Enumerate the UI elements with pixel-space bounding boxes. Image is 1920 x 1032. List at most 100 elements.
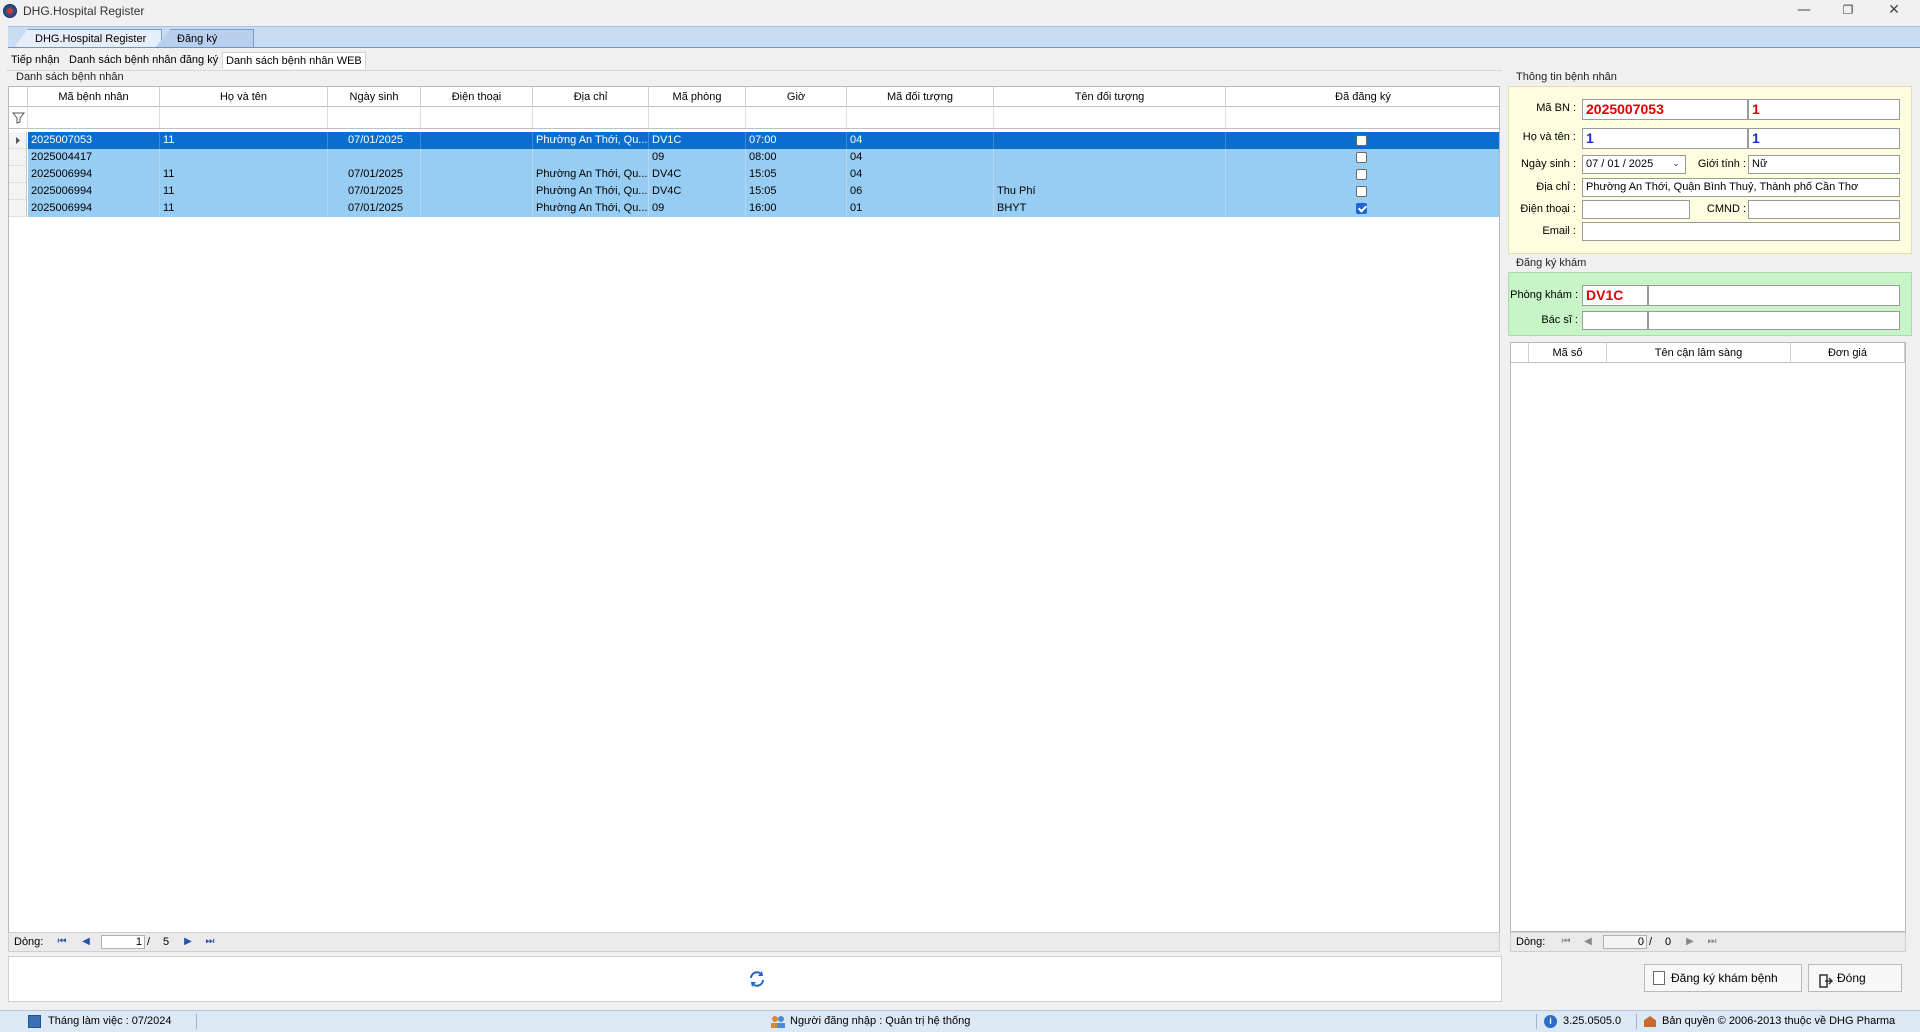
cell-ten-doi-tuong[interactable] <box>994 166 1226 183</box>
next-page-icon[interactable]: ▶ <box>1683 935 1697 949</box>
cell-da-dang-ky[interactable] <box>1226 132 1499 149</box>
cell-ho-ten[interactable]: 11 <box>160 132 328 149</box>
dia-chi-input[interactable]: Phường An Thới, Quận Bình Thuỷ, Thành ph… <box>1582 178 1900 197</box>
table-row[interactable]: 2025007053 11 07/01/2025 Phường An Thới,… <box>9 132 1499 149</box>
cell-ho-ten[interactable]: 11 <box>160 183 328 200</box>
refresh-icon[interactable] <box>747 969 767 989</box>
cell-ten-doi-tuong[interactable]: Thu Phí <box>994 183 1226 200</box>
filter-icon[interactable] <box>9 107 28 128</box>
registered-checkbox[interactable] <box>1356 186 1367 197</box>
cell-da-dang-ky[interactable] <box>1226 183 1499 200</box>
filter-cell[interactable] <box>533 107 649 128</box>
last-page-icon[interactable]: ⏭ <box>203 935 217 949</box>
doc-tab-hospital-register[interactable]: DHG.Hospital Register <box>14 29 162 47</box>
cell-ma-benh-nhan[interactable]: 2025004417 <box>28 149 160 166</box>
cell-ten-doi-tuong[interactable]: BHYT <box>994 200 1226 217</box>
ho-ten-secondary-input[interactable]: 1 <box>1748 128 1900 149</box>
bac-si-name-input[interactable] <box>1648 311 1900 330</box>
cell-ma-doi-tuong[interactable]: 04 <box>847 132 994 149</box>
col-header-ngay-sinh[interactable]: Ngày sinh <box>328 87 421 107</box>
cell-da-dang-ky[interactable] <box>1226 166 1499 183</box>
cell-ma-doi-tuong[interactable]: 04 <box>847 166 994 183</box>
cell-ho-ten[interactable]: 11 <box>160 166 328 183</box>
filter-row[interactable] <box>9 107 1499 129</box>
cell-ngay-sinh[interactable] <box>328 149 421 166</box>
cell-dia-chi[interactable]: Phường An Thới, Qu... <box>533 200 649 217</box>
table-row[interactable]: 2025004417 09 08:00 04 <box>9 149 1499 166</box>
cell-dien-thoai[interactable] <box>421 132 533 149</box>
row-header[interactable] <box>9 183 27 200</box>
col-header-dia-chi[interactable]: Địa chỉ <box>533 87 649 107</box>
phong-kham-name-input[interactable] <box>1648 285 1900 306</box>
first-page-icon[interactable]: ⏮ <box>55 935 69 949</box>
filter-cell[interactable] <box>994 107 1226 128</box>
filter-cell[interactable] <box>746 107 847 128</box>
register-button[interactable]: Đăng ký khám bệnh <box>1644 964 1802 992</box>
filter-cell[interactable] <box>1226 107 1499 128</box>
col-header-ten-can-lam-sang[interactable]: Tên cận lâm sàng <box>1607 343 1791 363</box>
col-header-ma-so[interactable]: Mã số <box>1529 343 1607 363</box>
filter-cell[interactable] <box>160 107 328 128</box>
cell-ma-benh-nhan[interactable]: 2025006994 <box>28 200 160 217</box>
cell-dia-chi[interactable] <box>533 149 649 166</box>
minimize-icon[interactable]: — <box>1786 0 1822 22</box>
page-input[interactable]: 1 <box>101 935 145 949</box>
col-header-ho-ten[interactable]: Họ và tên <box>160 87 328 107</box>
col-header-ma-benh-nhan[interactable]: Mã bệnh nhân <box>28 87 160 107</box>
col-header-ma-doi-tuong[interactable]: Mã đối tượng <box>847 87 994 107</box>
row-header[interactable] <box>9 166 27 183</box>
cell-ma-doi-tuong[interactable]: 06 <box>847 183 994 200</box>
cell-gio[interactable]: 08:00 <box>746 149 847 166</box>
cell-ma-benh-nhan[interactable]: 2025006994 <box>28 183 160 200</box>
cell-da-dang-ky[interactable] <box>1226 149 1499 166</box>
cell-ngay-sinh[interactable]: 07/01/2025 <box>328 183 421 200</box>
col-header-ten-doi-tuong[interactable]: Tên đối tượng <box>994 87 1226 107</box>
registered-checkbox[interactable] <box>1356 152 1367 163</box>
lab-grid[interactable]: Mã số Tên cận lâm sàng Đơn giá <box>1510 342 1906 932</box>
cell-ngay-sinh[interactable]: 07/01/2025 <box>328 200 421 217</box>
registered-checkbox[interactable] <box>1356 169 1367 180</box>
cell-ngay-sinh[interactable]: 07/01/2025 <box>328 166 421 183</box>
tab-danh-sach-web[interactable]: Danh sách bệnh nhân WEB <box>222 52 366 69</box>
col-header-dien-thoai[interactable]: Điện thoại <box>421 87 533 107</box>
table-row[interactable]: 2025006994 11 07/01/2025 Phường An Thới,… <box>9 166 1499 183</box>
table-row[interactable]: 2025006994 11 07/01/2025 Phường An Thới,… <box>9 183 1499 200</box>
cell-dia-chi[interactable]: Phường An Thới, Qu... <box>533 166 649 183</box>
filter-cell[interactable] <box>328 107 421 128</box>
cmnd-input[interactable] <box>1748 200 1900 219</box>
cell-ten-doi-tuong[interactable] <box>994 149 1226 166</box>
dien-thoai-input[interactable] <box>1582 200 1690 219</box>
filter-cell[interactable] <box>649 107 746 128</box>
cell-gio[interactable]: 15:05 <box>746 183 847 200</box>
col-header-da-dang-ky[interactable]: Đã đăng ký <box>1226 87 1499 107</box>
restore-icon[interactable]: ❐ <box>1830 0 1866 22</box>
close-button[interactable]: Đóng <box>1808 964 1902 992</box>
cell-gio[interactable]: 15:05 <box>746 166 847 183</box>
tab-danh-sach-dang-ky[interactable]: Danh sách bệnh nhân đăng ký <box>66 52 221 68</box>
page-input[interactable]: 0 <box>1603 935 1647 949</box>
cell-ngay-sinh[interactable]: 07/01/2025 <box>328 132 421 149</box>
cell-dia-chi[interactable]: Phường An Thới, Qu... <box>533 132 649 149</box>
cell-ma-doi-tuong[interactable]: 04 <box>847 149 994 166</box>
cell-ma-phong[interactable]: DV1C <box>649 132 746 149</box>
cell-ho-ten[interactable] <box>160 149 328 166</box>
next-page-icon[interactable]: ▶ <box>181 935 195 949</box>
last-page-icon[interactable]: ⏭ <box>1705 935 1719 949</box>
table-row[interactable]: 2025006994 11 07/01/2025 Phường An Thới,… <box>9 200 1499 217</box>
ma-bn-input[interactable]: 2025007053 <box>1582 99 1748 120</box>
tab-tiep-nhan[interactable]: Tiếp nhận <box>8 52 63 68</box>
cell-ma-benh-nhan[interactable]: 2025006994 <box>28 166 160 183</box>
cell-ma-phong[interactable]: 09 <box>649 149 746 166</box>
gioi-tinh-input[interactable]: Nữ <box>1748 155 1900 174</box>
registered-checkbox[interactable] <box>1356 203 1367 214</box>
col-header-ma-phong[interactable]: Mã phòng <box>649 87 746 107</box>
cell-ho-ten[interactable]: 11 <box>160 200 328 217</box>
cell-dia-chi[interactable]: Phường An Thới, Qu... <box>533 183 649 200</box>
filter-cell[interactable] <box>421 107 533 128</box>
registered-checkbox[interactable] <box>1356 135 1367 146</box>
filter-cell[interactable] <box>28 107 160 128</box>
cell-ten-doi-tuong[interactable] <box>994 132 1226 149</box>
filter-cell[interactable] <box>847 107 994 128</box>
cell-ma-phong[interactable]: DV4C <box>649 166 746 183</box>
ngay-sinh-input[interactable]: 07 / 01 / 2025 ⌄ <box>1582 155 1686 174</box>
